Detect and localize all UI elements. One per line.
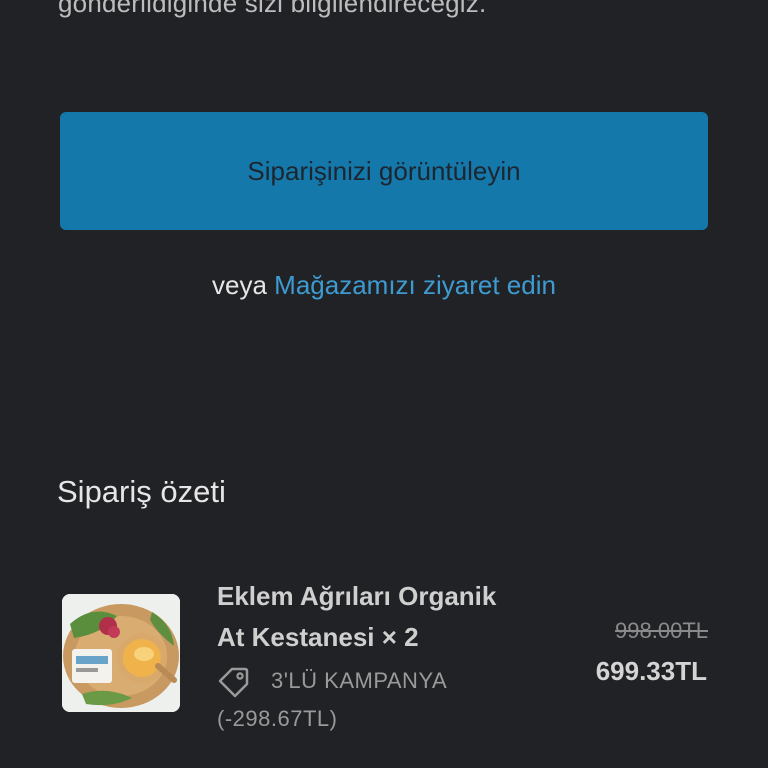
product-name-line-2: At Kestanesi × 2	[217, 622, 419, 652]
alternative-action: veya Mağazamızı ziyaret edin	[0, 270, 768, 301]
view-order-label: Siparişinizi görüntüleyin	[247, 155, 521, 186]
item-price: 699.33TL	[595, 656, 707, 686]
discount-row: 3'LÜ KAMPANYA	[217, 664, 447, 698]
order-confirmation-page: gönderildiğinde sizi bilgilendireceğiz. …	[0, 0, 768, 768]
view-order-button[interactable]: Siparişinizi görüntüleyin	[60, 112, 708, 230]
product-name-line-1: Eklem Ağrıları Organik	[217, 581, 497, 611]
product-image	[62, 594, 180, 712]
visit-store-link[interactable]: Mağazamızı ziyaret edin	[274, 270, 556, 300]
discount-label: 3'LÜ KAMPANYA	[271, 668, 448, 693]
shipping-notice: gönderildiğinde sizi bilgilendireceğiz.	[58, 0, 487, 18]
or-word: veya	[212, 270, 267, 300]
discount-amount: (-298.67TL)	[217, 706, 338, 731]
product-name: Eklem Ağrıları Organik At Kestanesi × 2	[217, 576, 547, 658]
order-summary-title: Sipariş özeti	[57, 474, 226, 509]
original-price: 998.00TL	[615, 618, 708, 643]
tag-icon	[218, 667, 249, 698]
